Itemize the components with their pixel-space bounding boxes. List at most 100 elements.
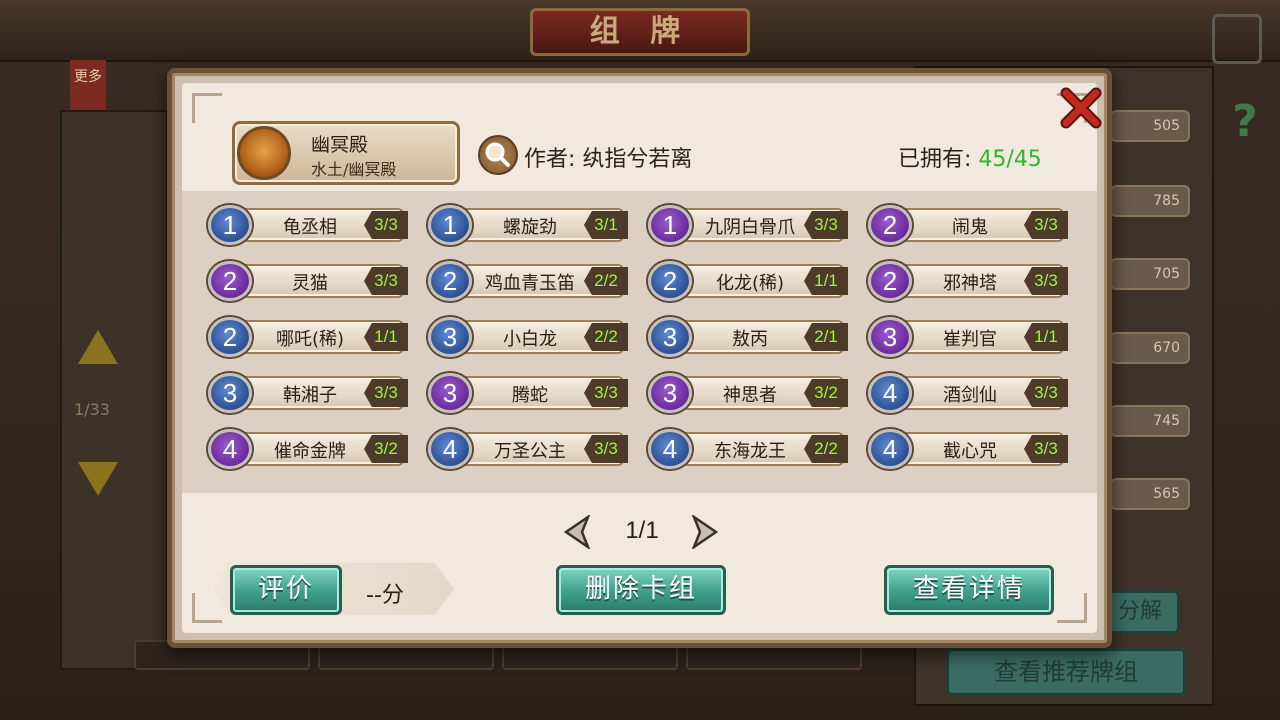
card-cost-2: 785: [1110, 185, 1190, 217]
deck-card[interactable]: 万圣公主 3/3 4: [426, 429, 628, 469]
owned-label: 已拥有:: [898, 147, 979, 172]
card-cost-gem: 1: [428, 205, 472, 245]
card-count: 3/3: [804, 211, 848, 239]
card-count: 3/3: [1024, 267, 1068, 295]
deck-card[interactable]: 哪吒(稀) 1/1 2: [206, 317, 408, 357]
deck-card[interactable]: 神思者 3/2 3: [646, 373, 848, 413]
card-count: 3/1: [584, 211, 628, 239]
card-count: 3/3: [364, 211, 408, 239]
card-count: 3/3: [1024, 435, 1068, 463]
rate-button[interactable]: 评价: [230, 565, 342, 615]
card-count: 3/3: [364, 379, 408, 407]
close-icon[interactable]: [1058, 85, 1104, 131]
card-cost-gem: 3: [648, 373, 692, 413]
card-name: 神思者: [723, 385, 777, 406]
card-name: 龟丞相: [283, 217, 337, 238]
card-name: 酒剑仙: [943, 385, 997, 406]
card-name: 万圣公主: [494, 441, 566, 462]
card-name: 腾蛇: [512, 385, 548, 406]
card-cost-gem: 4: [868, 373, 912, 413]
card-cost-gem: 4: [648, 429, 692, 469]
deck-list-page: 1/33: [74, 400, 110, 419]
pagination: 1/1: [562, 513, 722, 553]
decompose-button[interactable]: 分解: [1100, 590, 1180, 634]
card-name: 截心咒: [943, 441, 997, 462]
deck-card[interactable]: 截心咒 3/3 4: [866, 429, 1068, 469]
chevron-left-icon[interactable]: [562, 513, 592, 551]
page-indicator: 1/1: [625, 517, 659, 544]
deck-name: 幽冥殿: [311, 134, 369, 156]
deck-card[interactable]: 龟丞相 3/3 1: [206, 205, 408, 245]
deck-author: 作者: 纨指兮若离: [524, 147, 693, 172]
card-cost-gem: 3: [428, 373, 472, 413]
question-icon[interactable]: ?: [1224, 96, 1266, 156]
card-count: 2/1: [804, 323, 848, 351]
scroll-up-icon[interactable]: [78, 330, 118, 364]
card-cost-gem: 2: [208, 317, 252, 357]
corner-ornament: [1057, 593, 1087, 623]
card-cost-gem: 4: [428, 429, 472, 469]
card-name: 哪吒(稀): [275, 329, 345, 350]
card-count: 1/1: [1024, 323, 1068, 351]
card-name: 敖丙: [732, 329, 768, 350]
deck-card[interactable]: 敖丙 2/1 3: [646, 317, 848, 357]
deck-card[interactable]: 九阴白骨爪 3/3 1: [646, 205, 848, 245]
card-cost-gem: 1: [648, 205, 692, 245]
card-count: 3/3: [584, 379, 628, 407]
card-name: 东海龙王: [714, 441, 786, 462]
card-cost-gem: 2: [868, 205, 912, 245]
search-icon[interactable]: [478, 135, 518, 175]
card-cost-gem: 1: [208, 205, 252, 245]
card-cost-gem: 3: [208, 373, 252, 413]
card-cost-1: 505: [1110, 110, 1190, 142]
card-count: 3/3: [584, 435, 628, 463]
rating-value: --分: [366, 583, 404, 608]
card-name: 鸡血青玉笛: [485, 273, 575, 294]
card-cost-3: 705: [1110, 258, 1190, 290]
deck-card[interactable]: 腾蛇 3/3 3: [426, 373, 628, 413]
card-count: 2/2: [584, 267, 628, 295]
deck-card[interactable]: 韩湘子 3/3 3: [206, 373, 408, 413]
card-cost-gem: 2: [868, 261, 912, 301]
deck-detail-modal: 幽冥殿 水土/幽冥殿 作者: 纨指兮若离 已拥有: 45/45 龟丞相 3/3 1 螺…: [167, 68, 1112, 648]
chevron-right-icon[interactable]: [690, 513, 720, 551]
deck-card[interactable]: 东海龙王 2/2 4: [646, 429, 848, 469]
deck-card[interactable]: 小白龙 2/2 3: [426, 317, 628, 357]
scroll-down-icon[interactable]: [78, 462, 118, 496]
deck-list-panel: [60, 110, 168, 670]
card-count: 3/2: [804, 379, 848, 407]
card-name: 小白龙: [503, 329, 557, 350]
card-cost-gem: 3: [428, 317, 472, 357]
card-count: 3/3: [1024, 211, 1068, 239]
card-name: 九阴白骨爪: [705, 217, 795, 238]
deck-card[interactable]: 闹鬼 3/3 2: [866, 205, 1068, 245]
view-details-button[interactable]: 查看详情: [884, 565, 1054, 615]
deck-card[interactable]: 螺旋劲 3/1 1: [426, 205, 628, 245]
back-icon[interactable]: [1212, 14, 1262, 64]
card-count: 3/3: [1024, 379, 1068, 407]
card-name: 灵猫: [292, 273, 328, 294]
deck-card[interactable]: 酒剑仙 3/3 4: [866, 373, 1068, 413]
card-name: 闹鬼: [952, 217, 988, 238]
corner-ornament: [192, 593, 222, 623]
deck-card[interactable]: 鸡血青玉笛 2/2 2: [426, 261, 628, 301]
deck-hero-avatar: [237, 126, 291, 180]
card-grid: 龟丞相 3/3 1 螺旋劲 3/1 1 九阴白骨爪 3/3 1 闹鬼 3/3 2 灵猫 3/3 2 鸡血青玉笛…: [182, 191, 1097, 493]
deck-card[interactable]: 灵猫 3/3 2: [206, 261, 408, 301]
card-cost-gem: 2: [208, 261, 252, 301]
deck-card[interactable]: 崔判官 1/1 3: [866, 317, 1068, 357]
recommend-deck-button[interactable]: 查看推荐牌组: [946, 648, 1186, 696]
card-cost-gem: 3: [648, 317, 692, 357]
deck-card[interactable]: 化龙(稀) 1/1 2: [646, 261, 848, 301]
card-cost-6: 565: [1110, 478, 1190, 510]
owned-count: 已拥有: 45/45: [898, 141, 1042, 173]
deck-badge: 幽冥殿 水土/幽冥殿: [232, 121, 460, 185]
card-count: 1/1: [804, 267, 848, 295]
delete-deck-button[interactable]: 删除卡组: [556, 565, 726, 615]
deck-card[interactable]: 邪神塔 3/3 2: [866, 261, 1068, 301]
card-cost-gem: 2: [648, 261, 692, 301]
deck-card[interactable]: 催命金牌 3/2 4: [206, 429, 408, 469]
card-name: 崔判官: [943, 329, 997, 350]
card-cost-5: 745: [1110, 405, 1190, 437]
card-cost-4: 670: [1110, 332, 1190, 364]
